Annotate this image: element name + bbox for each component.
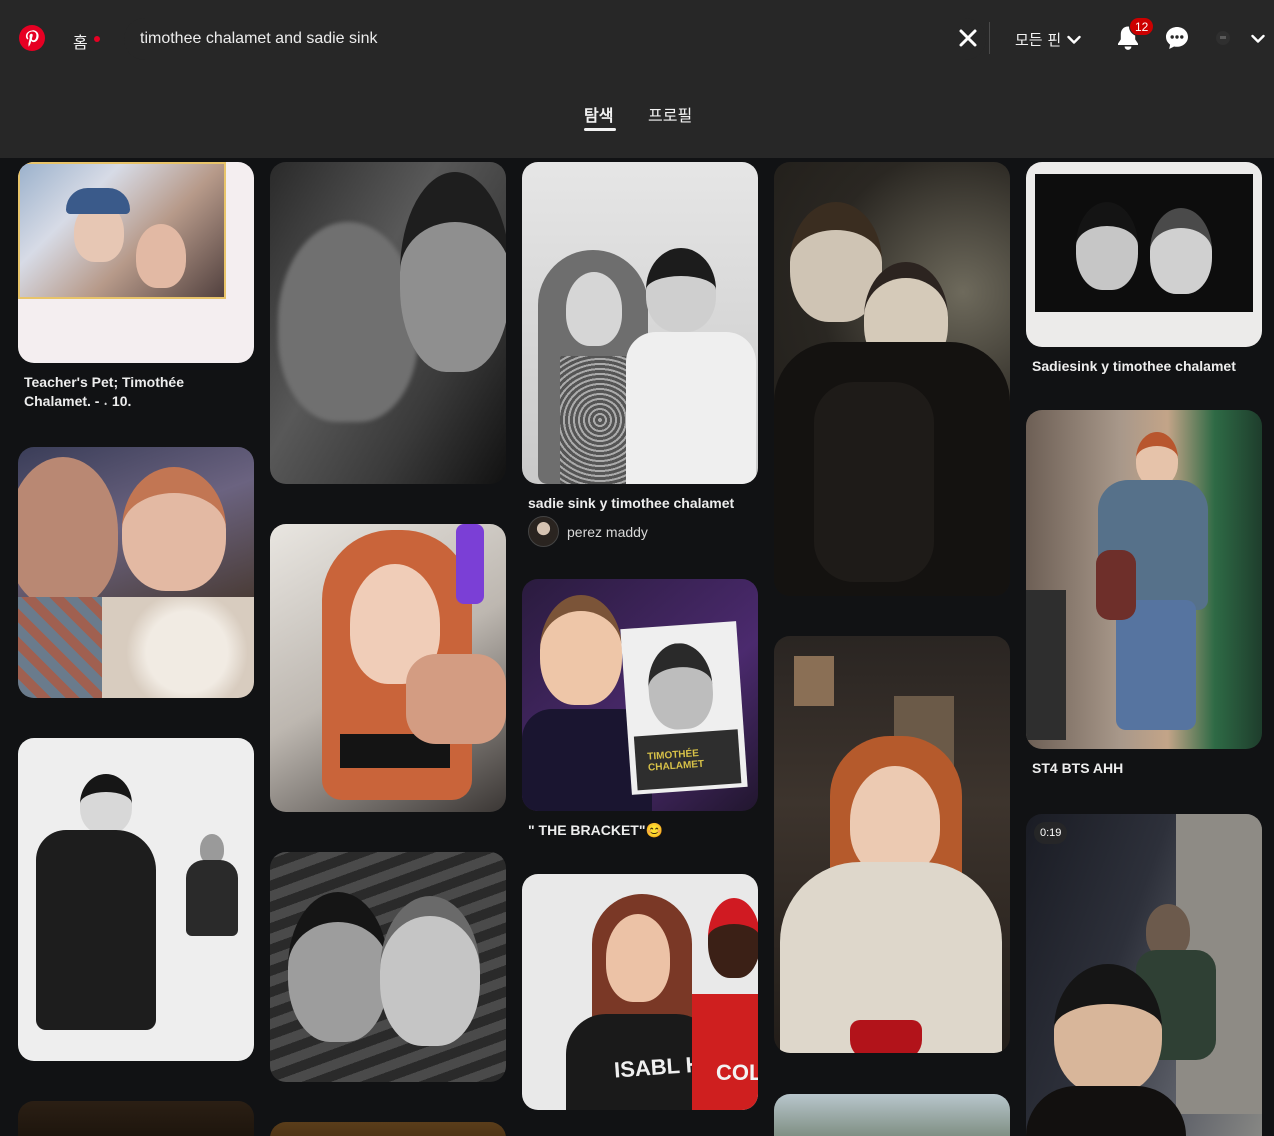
pin-image-figure <box>456 524 484 604</box>
pin-image-figure <box>122 467 226 591</box>
owner-name: perez maddy <box>567 523 648 540</box>
tab-explore[interactable]: 탐색 <box>584 102 613 126</box>
pin-image-figure <box>406 654 506 744</box>
pin-filter-dropdown[interactable]: 모든 핀 <box>1015 29 1081 50</box>
pin-caption[interactable]: ST4 BTS AHH <box>1032 759 1260 778</box>
pin-image-figure <box>692 994 758 1110</box>
pin-image-figure <box>794 656 834 706</box>
pin-filter-label: 모든 핀 <box>1015 31 1062 49</box>
home-link[interactable]: 홈 <box>73 29 88 53</box>
pin-image-figure <box>36 830 156 1030</box>
pin-card[interactable] <box>18 447 254 698</box>
search-input[interactable] <box>124 18 986 60</box>
pin-image-figure <box>400 172 506 372</box>
pin-image-figure <box>1054 964 1162 1094</box>
pin-card[interactable] <box>18 1101 254 1136</box>
pin-card[interactable] <box>1026 410 1262 749</box>
chevron-down-icon <box>1067 35 1081 44</box>
messages-button[interactable] <box>1164 25 1190 51</box>
pin-card[interactable] <box>270 162 506 484</box>
pin-card[interactable] <box>270 852 506 1082</box>
pin-card[interactable]: 0:19 <box>1026 814 1262 1136</box>
active-tab-indicator <box>584 128 616 131</box>
pin-image-figure <box>136 224 186 288</box>
pin-image-figure <box>646 248 716 332</box>
pin-card[interactable] <box>1026 162 1262 347</box>
owner-avatar <box>528 516 559 547</box>
pin-image-figure <box>1116 600 1196 730</box>
clear-search-button[interactable] <box>955 25 981 51</box>
pin-image-figure <box>1026 1086 1186 1136</box>
pin-image-figure <box>566 272 622 346</box>
pin-card[interactable] <box>522 162 758 484</box>
pin-caption[interactable]: sadie sink y timothee chalamet <box>528 494 756 513</box>
home-indicator-dot <box>94 36 100 42</box>
pin-card[interactable] <box>270 524 506 812</box>
pin-image-figure <box>288 892 388 1042</box>
pin-image-figure <box>1136 432 1178 486</box>
pin-image-figure <box>1026 590 1066 740</box>
pin-image-figure <box>66 188 130 214</box>
pin-card[interactable] <box>774 162 1010 596</box>
pin-image-figure <box>80 774 132 834</box>
profile-avatar[interactable] <box>1216 31 1230 45</box>
pin-card[interactable] <box>774 636 1010 1053</box>
pin-image-figure <box>18 457 118 607</box>
pin-image <box>1035 174 1253 312</box>
pin-card[interactable] <box>18 162 254 363</box>
search-tabs: 탐색 프로필 <box>0 78 1274 158</box>
pin-image-figure <box>850 1020 922 1053</box>
pin-image-figure <box>540 595 622 705</box>
pin-image-figure <box>102 597 254 698</box>
video-duration-badge: 0:19 <box>1034 822 1068 844</box>
pin-image-figure <box>1150 208 1212 294</box>
pin-image-figure <box>186 860 238 936</box>
pin-card[interactable] <box>18 738 254 1061</box>
chevron-down-icon <box>1251 34 1265 43</box>
pin-card[interactable] <box>270 1122 506 1136</box>
chat-bubble-icon <box>1166 27 1188 49</box>
pin-caption[interactable]: " THE BRACKET"😊 <box>528 821 756 840</box>
pin-image-figure <box>814 382 934 582</box>
account-menu-button[interactable] <box>1251 29 1265 48</box>
pin-image-photo-card: TIMOTHÉE CHALAMET <box>620 621 748 795</box>
pin-caption[interactable]: Sadiesink y timothee chalamet <box>1032 357 1260 376</box>
notification-count-badge: 12 <box>1129 17 1155 36</box>
tab-profiles[interactable]: 프로필 <box>648 102 692 126</box>
pinterest-logo-icon[interactable] <box>19 25 45 51</box>
shirt-text: COL <box>716 1060 758 1085</box>
pin-image-figure <box>708 898 758 978</box>
close-icon <box>959 29 977 47</box>
pin-image-figure <box>850 766 940 876</box>
pin-image-figure <box>626 332 756 484</box>
search-divider <box>989 22 990 54</box>
pin-card[interactable]: TIMOTHÉE CHALAMET <box>522 579 758 811</box>
pin-card[interactable] <box>774 1094 1010 1136</box>
pin-caption[interactable]: Teacher's Pet; Timothée Chalamet. - ˖ 10… <box>24 373 252 411</box>
pin-image-figure <box>645 641 716 732</box>
pin-image-figure <box>380 896 480 1046</box>
pin-image-figure <box>606 914 670 1002</box>
top-navigation-bar: 홈 모든 핀 12 <box>0 0 1274 78</box>
pin-image-figure <box>1096 550 1136 620</box>
pin-owner[interactable]: perez maddy <box>528 516 648 547</box>
pin-image-figure <box>278 222 418 422</box>
pin-card[interactable]: ISABL HA COL <box>522 874 758 1110</box>
photo-card-text: TIMOTHÉE CHALAMET <box>646 748 705 774</box>
pin-image-figure <box>1076 202 1138 290</box>
